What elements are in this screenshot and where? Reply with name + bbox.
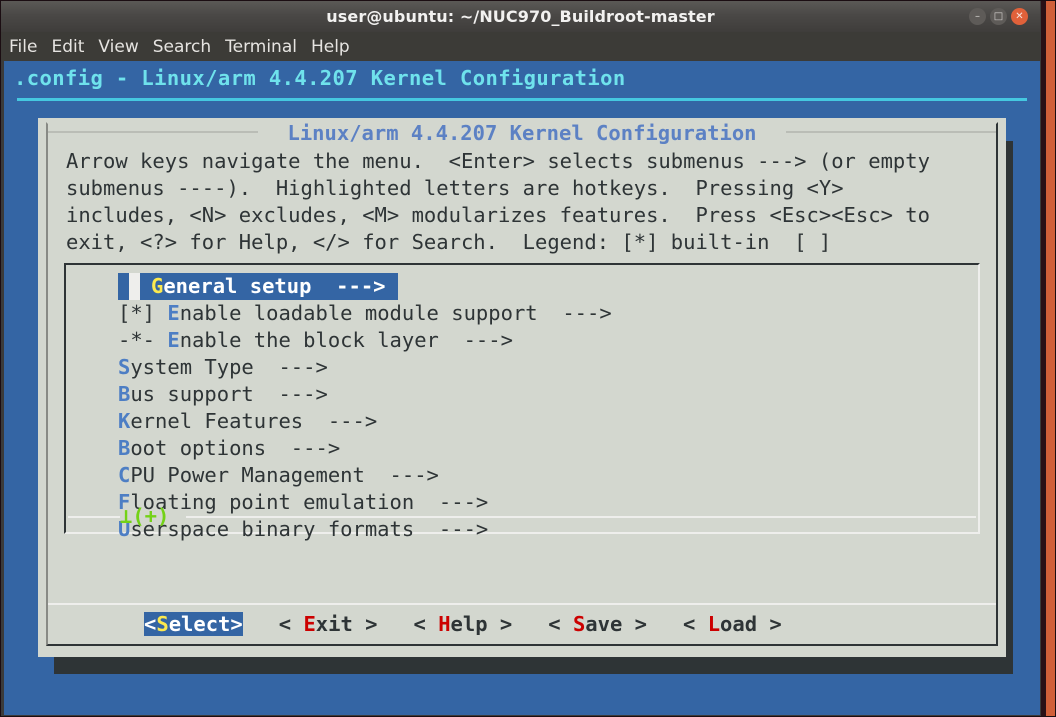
help-line-2: submenus ----). Highlighted letters are … xyxy=(66,176,844,200)
button-bracket-open: < xyxy=(683,612,708,636)
menu-list-item[interactable]: CPU Power Management ---> xyxy=(66,462,978,489)
dialog-help-text: Arrow keys navigate the menu. <Enter> se… xyxy=(66,148,986,256)
button-hotkey: S xyxy=(156,612,168,636)
menu-list-item[interactable]: Floating point emulation ---> xyxy=(66,489,978,516)
menu-list: General setup ---> [*] Enable loadable m… xyxy=(64,263,980,534)
menu-list-item[interactable]: Boot options ---> xyxy=(66,435,978,462)
button-bracket-close: > xyxy=(230,612,242,636)
menu-list-item[interactable]: General setup ---> xyxy=(66,273,978,300)
select-button[interactable]: <Select> xyxy=(144,612,243,636)
menu-item-terminal[interactable]: Terminal xyxy=(225,37,297,57)
button-label: oad xyxy=(720,612,757,636)
help-button[interactable]: < Help > xyxy=(414,612,513,636)
menu-item-file[interactable]: File xyxy=(9,37,37,57)
menu-item-state-prefix: -*- xyxy=(118,328,167,352)
dialog-title: Linux/arm 4.4.207 Kernel Configuration xyxy=(38,121,1006,145)
menu-bar: File Edit View Search Terminal Help xyxy=(1,32,1040,61)
button-bracket-open: < xyxy=(548,612,573,636)
menu-item-hotkey: E xyxy=(167,301,179,325)
button-bracket-open: < xyxy=(144,612,156,636)
menu-item-edit[interactable]: Edit xyxy=(51,37,84,57)
maximize-icon: □ xyxy=(994,12,1003,22)
minimize-icon: – xyxy=(975,12,980,22)
button-bracket-close: > xyxy=(622,612,647,636)
menu-item-label: nable the block layer ---> xyxy=(180,328,513,352)
screen: user@ubuntu: ~/NUC970_Buildroot-master –… xyxy=(0,0,1056,717)
button-bar: <Select>< Exit >< Help >< Save >< Load > xyxy=(48,601,996,647)
maximize-button[interactable]: □ xyxy=(990,8,1007,25)
menu-item-label: eneral setup ---> xyxy=(163,274,398,298)
menu-item-label: nable loadable module support ---> xyxy=(180,301,612,325)
button-hotkey: S xyxy=(573,612,585,636)
exit-button[interactable]: < Exit > xyxy=(279,612,378,636)
menu-list-item[interactable]: -*- Enable the block layer ---> xyxy=(66,327,978,354)
menu-item-label: ernel Features ---> xyxy=(130,409,377,433)
menu-item-hotkey: B xyxy=(118,436,130,460)
button-bracket-close: > xyxy=(353,612,378,636)
menuconfig-dialog: Linux/arm 4.4.207 Kernel Configuration A… xyxy=(38,118,1006,657)
window-edge-accent xyxy=(1046,1,1055,716)
scroll-rule-right xyxy=(186,516,976,518)
button-hotkey: H xyxy=(438,612,450,636)
help-line-3: includes, <N> excludes, <M> modularizes … xyxy=(66,203,930,227)
button-label: elp xyxy=(451,612,488,636)
menu-item-label: oot options ---> xyxy=(130,436,340,460)
heading-underline xyxy=(17,98,1027,101)
menu-item-label: ystem Type ---> xyxy=(130,355,327,379)
menu-item-label: us support ---> xyxy=(130,382,327,406)
minimize-button[interactable]: – xyxy=(969,8,986,25)
button-bracket-close: > xyxy=(757,612,782,636)
kernel-config-heading: .config - Linux/arm 4.4.207 Kernel Confi… xyxy=(14,66,626,90)
help-line-4: exit, <?> for Help, </> for Search. Lege… xyxy=(66,230,831,254)
help-line-1: Arrow keys navigate the menu. <Enter> se… xyxy=(66,149,930,173)
menu-item-hotkey: K xyxy=(118,409,130,433)
button-bracket-open: < xyxy=(279,612,304,636)
menu-item-search[interactable]: Search xyxy=(153,37,211,57)
menu-item-label: loating point emulation ---> xyxy=(130,490,488,514)
title-bar: user@ubuntu: ~/NUC970_Buildroot-master –… xyxy=(1,1,1040,32)
save-button[interactable]: < Save > xyxy=(548,612,647,636)
menu-item-hotkey: S xyxy=(118,355,130,379)
scroll-rule-left xyxy=(68,516,120,518)
menu-item-view[interactable]: View xyxy=(98,37,138,57)
button-hotkey: L xyxy=(708,612,720,636)
button-label: ave xyxy=(585,612,622,636)
window-controls: – □ ✕ xyxy=(969,1,1028,32)
menu-item-help[interactable]: Help xyxy=(311,37,350,57)
menu-list-item[interactable]: Bus support ---> xyxy=(66,381,978,408)
button-bracket-close: > xyxy=(488,612,513,636)
selected-row-highlight: General setup ---> xyxy=(118,273,398,300)
menu-list-item[interactable]: [*] Enable loadable module support ---> xyxy=(66,300,978,327)
menu-item-label: PU Power Management ---> xyxy=(130,463,439,487)
close-button[interactable]: ✕ xyxy=(1011,8,1028,25)
menu-list-item[interactable]: Kernel Features ---> xyxy=(66,408,978,435)
button-bracket-open: < xyxy=(414,612,439,636)
menu-item-hotkey: G xyxy=(151,274,163,298)
menu-list-item[interactable]: Userspace binary formats ---> xyxy=(66,516,978,543)
load-button[interactable]: < Load > xyxy=(683,612,782,636)
menu-item-state-prefix: [*] xyxy=(118,301,167,325)
menu-item-label: serspace binary formats ---> xyxy=(130,517,488,541)
menu-list-item[interactable]: System Type ---> xyxy=(66,354,978,381)
menu-item-hotkey: B xyxy=(118,382,130,406)
menu-item-hotkey: E xyxy=(167,328,179,352)
window-title: user@ubuntu: ~/NUC970_Buildroot-master xyxy=(326,7,714,26)
button-hotkey: E xyxy=(303,612,315,636)
scroll-more-indicator: ⊥(+) xyxy=(120,504,169,528)
button-label: xit xyxy=(316,612,353,636)
close-icon: ✕ xyxy=(1015,12,1023,22)
menu-item-hotkey: C xyxy=(118,463,130,487)
button-label: elect xyxy=(169,612,231,636)
terminal-body: .config - Linux/arm 4.4.207 Kernel Confi… xyxy=(4,61,1040,715)
menu-rows: General setup ---> [*] Enable loadable m… xyxy=(66,273,978,543)
selection-cursor xyxy=(129,273,140,300)
